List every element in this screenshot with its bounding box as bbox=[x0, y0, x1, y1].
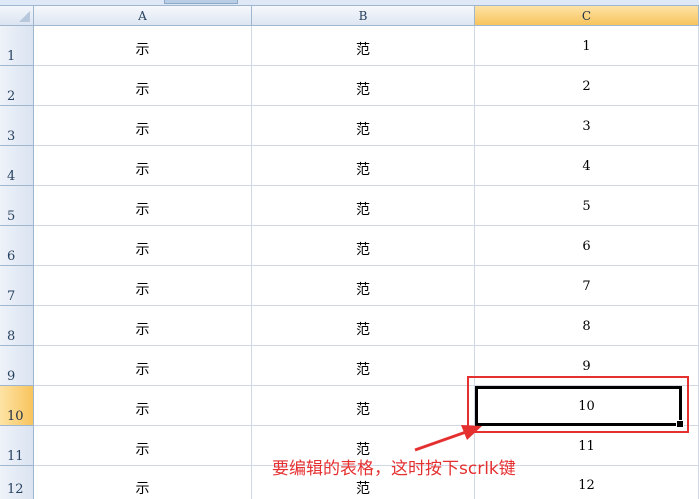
cell-value: 8 bbox=[582, 319, 591, 334]
cell-value: 范 bbox=[356, 122, 370, 138]
cell-value: 范 bbox=[356, 82, 370, 98]
row-number: 3 bbox=[7, 129, 16, 144]
column-header-label: A bbox=[138, 9, 147, 23]
cell-b8[interactable]: 范 bbox=[252, 306, 475, 346]
cell-b4[interactable]: 范 bbox=[252, 146, 475, 186]
cell-a12[interactable]: 示 bbox=[34, 466, 252, 499]
cell-a5[interactable]: 示 bbox=[34, 186, 252, 226]
cell-value: 范 bbox=[356, 42, 370, 58]
cell-c6[interactable]: 6 bbox=[475, 226, 699, 266]
cell-a10[interactable]: 示 bbox=[34, 386, 252, 426]
cell-value: 3 bbox=[582, 119, 591, 134]
cell-value: 范 bbox=[356, 202, 370, 218]
cell-b3[interactable]: 范 bbox=[252, 106, 475, 146]
cell-value: 范 bbox=[356, 322, 370, 338]
spreadsheet: A B C 1 示 范 1 2 示 范 2 3 示 范 3 4 示 范 4 5 … bbox=[0, 0, 699, 499]
cell-b2[interactable]: 范 bbox=[252, 66, 475, 106]
annotation-highlight-box bbox=[467, 376, 689, 433]
cell-a11[interactable]: 示 bbox=[34, 426, 252, 466]
row-number: 5 bbox=[7, 209, 16, 224]
row-number: 9 bbox=[7, 369, 16, 384]
cell-value: 示 bbox=[135, 282, 150, 298]
row-header-7[interactable]: 7 bbox=[0, 266, 34, 306]
row-header-5[interactable]: 5 bbox=[0, 186, 34, 226]
cell-c1[interactable]: 1 bbox=[475, 26, 699, 66]
cell-c4[interactable]: 4 bbox=[475, 146, 699, 186]
cell-value: 示 bbox=[135, 481, 150, 497]
cell-c3[interactable]: 3 bbox=[475, 106, 699, 146]
row-header-10[interactable]: 10 bbox=[0, 386, 34, 426]
cell-b10[interactable]: 范 bbox=[252, 386, 475, 426]
cell-a3[interactable]: 示 bbox=[34, 106, 252, 146]
row-number: 12 bbox=[7, 482, 24, 497]
cell-a2[interactable]: 示 bbox=[34, 66, 252, 106]
row-header-1[interactable]: 1 bbox=[0, 26, 34, 66]
row-header-2[interactable]: 2 bbox=[0, 66, 34, 106]
row-number: 11 bbox=[7, 449, 24, 464]
cell-value: 5 bbox=[582, 199, 591, 214]
cell-value: 范 bbox=[356, 242, 370, 258]
column-header-b[interactable]: B bbox=[252, 6, 475, 26]
cell-b7[interactable]: 范 bbox=[252, 266, 475, 306]
cell-value: 示 bbox=[135, 402, 150, 418]
row-number: 10 bbox=[7, 409, 24, 424]
toolbar-tab-fragment[interactable] bbox=[164, 0, 238, 4]
cell-value: 范 bbox=[356, 362, 370, 378]
cell-value: 示 bbox=[135, 362, 150, 378]
cell-value: 9 bbox=[582, 359, 591, 374]
cell-a4[interactable]: 示 bbox=[34, 146, 252, 186]
cell-c5[interactable]: 5 bbox=[475, 186, 699, 226]
cell-b1[interactable]: 范 bbox=[252, 26, 475, 66]
row-number: 7 bbox=[7, 289, 16, 304]
cell-a8[interactable]: 示 bbox=[34, 306, 252, 346]
row-header-4[interactable]: 4 bbox=[0, 146, 34, 186]
cell-value: 范 bbox=[356, 162, 370, 178]
cell-value: 1 bbox=[582, 39, 591, 54]
cell-c7[interactable]: 7 bbox=[475, 266, 699, 306]
row-header-6[interactable]: 6 bbox=[0, 226, 34, 266]
row-header-3[interactable]: 3 bbox=[0, 106, 34, 146]
cell-value: 示 bbox=[135, 42, 150, 58]
select-all-button[interactable] bbox=[0, 6, 34, 26]
select-all-triangle-icon bbox=[19, 11, 30, 22]
column-header-c[interactable]: C bbox=[475, 6, 699, 26]
cell-value: 范 bbox=[356, 402, 370, 418]
cell-value: 示 bbox=[135, 242, 150, 258]
row-number: 2 bbox=[7, 89, 16, 104]
cell-value: 6 bbox=[582, 239, 591, 254]
cell-value: 示 bbox=[135, 442, 150, 458]
cell-a1[interactable]: 示 bbox=[34, 26, 252, 66]
cell-value: 示 bbox=[135, 122, 150, 138]
cell-a9[interactable]: 示 bbox=[34, 346, 252, 386]
cell-value: 4 bbox=[582, 159, 591, 174]
row-header-11[interactable]: 11 bbox=[0, 426, 34, 466]
cell-b9[interactable]: 范 bbox=[252, 346, 475, 386]
column-header-label: C bbox=[581, 9, 592, 23]
cell-value: 示 bbox=[135, 162, 150, 178]
cell-c8[interactable]: 8 bbox=[475, 306, 699, 346]
cell-value: 示 bbox=[135, 82, 150, 98]
cell-value: 示 bbox=[135, 322, 150, 338]
cell-a7[interactable]: 示 bbox=[34, 266, 252, 306]
cell-value: 2 bbox=[582, 79, 591, 94]
row-number: 6 bbox=[7, 249, 16, 264]
row-header-12[interactable]: 12 bbox=[0, 466, 34, 499]
cell-value: 范 bbox=[356, 282, 370, 298]
cell-b6[interactable]: 范 bbox=[252, 226, 475, 266]
row-header-8[interactable]: 8 bbox=[0, 306, 34, 346]
column-header-label: B bbox=[358, 9, 368, 23]
row-number: 4 bbox=[7, 169, 16, 184]
cell-c2[interactable]: 2 bbox=[475, 66, 699, 106]
cell-b5[interactable]: 范 bbox=[252, 186, 475, 226]
annotation-text: 要编辑的表格，这时按下scrlk键 bbox=[272, 459, 516, 479]
cell-a6[interactable]: 示 bbox=[34, 226, 252, 266]
cell-value: 7 bbox=[582, 279, 591, 294]
column-header-a[interactable]: A bbox=[34, 6, 252, 26]
cell-value: 示 bbox=[135, 202, 150, 218]
row-number: 1 bbox=[7, 49, 16, 64]
row-number: 8 bbox=[7, 329, 16, 344]
row-header-9[interactable]: 9 bbox=[0, 346, 34, 386]
